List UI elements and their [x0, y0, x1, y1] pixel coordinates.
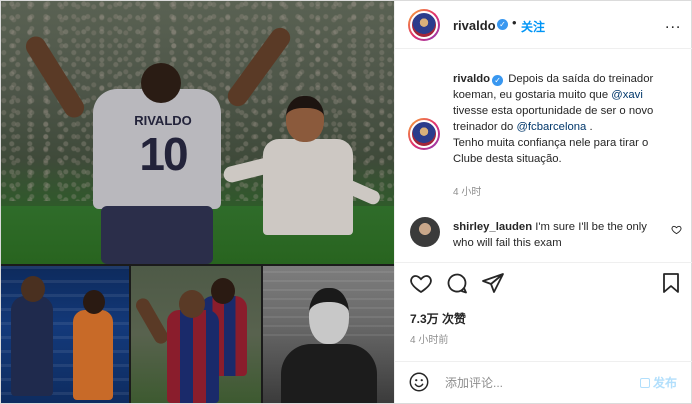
post-comment-label: 发布: [653, 376, 678, 390]
author-username[interactable]: rivaldo: [453, 18, 496, 33]
verified-badge-icon: ✓: [497, 19, 508, 30]
comment-username[interactable]: shirley_lauden: [453, 221, 532, 233]
person-head: [21, 276, 45, 302]
caption-timestamp[interactable]: 4 小时: [453, 183, 481, 198]
avatar[interactable]: [410, 217, 440, 247]
avatar[interactable]: [408, 9, 440, 41]
person: [281, 344, 377, 403]
comment-bubble-icon[interactable]: [445, 271, 469, 295]
player-arm: [133, 295, 171, 347]
comment-like-icon[interactable]: [671, 224, 682, 238]
player: [167, 310, 219, 403]
like-heart-icon[interactable]: [409, 271, 433, 295]
add-comment-bar: 发布: [395, 361, 692, 403]
person-head: [309, 288, 349, 344]
like-count[interactable]: 7.3万 次赞: [410, 310, 466, 327]
comments-section[interactable]: rivaldo ✓ Depois da saída do treinador ko…: [395, 50, 692, 262]
photo-training: [1, 266, 129, 403]
post-comment-button[interactable]: 发布: [640, 374, 677, 391]
action-bar: 7.3万 次赞 4 小时前: [395, 262, 692, 372]
person: [73, 310, 113, 400]
caption-text: .: [586, 121, 593, 133]
player-head: [211, 278, 235, 304]
player-head: [141, 63, 181, 103]
more-options-icon[interactable]: ...: [665, 15, 681, 33]
comment-input[interactable]: [445, 373, 635, 393]
teammate-jersey: [263, 139, 353, 235]
post-side-panel: rivaldo ✓ • 关注 ... rivaldo ✓ Depois da sa…: [394, 1, 692, 403]
caption-text: Tenho muita confiança nele para tirar o …: [453, 137, 649, 165]
post-header: rivaldo ✓ • 关注 ...: [395, 1, 692, 49]
separator-dot: •: [512, 15, 517, 30]
post-indicator-icon: [640, 378, 650, 388]
photo-hug: [131, 266, 261, 403]
emoji-smiley-icon[interactable]: [408, 371, 430, 393]
comment-item: shirley_lauden I'm sure I'll be the only…: [453, 219, 653, 251]
mention-link[interactable]: @xavi: [611, 89, 643, 101]
post-timestamp[interactable]: 4 小时前: [410, 331, 448, 346]
person-head: [83, 290, 105, 314]
post-caption: rivaldo ✓ Depois da saída do treinador ko…: [453, 71, 679, 167]
verified-badge-icon: ✓: [492, 75, 504, 86]
caption-username[interactable]: rivaldo: [453, 73, 490, 85]
mention-link[interactable]: @fcbarcelona: [516, 121, 586, 133]
photo-portrait-bw: [263, 266, 394, 403]
share-paper-plane-icon[interactable]: [481, 271, 505, 295]
jersey-number: 10: [139, 128, 188, 180]
avatar[interactable]: [408, 118, 440, 150]
post-media-collage[interactable]: RIVALDO 10: [1, 1, 394, 403]
player-head: [179, 290, 205, 318]
photo-celebration: RIVALDO 10: [1, 1, 394, 264]
follow-button[interactable]: 关注: [521, 18, 545, 35]
jersey-name: RIVALDO: [134, 113, 192, 128]
person: [11, 296, 53, 396]
teammate-head: [286, 96, 324, 142]
bookmark-icon[interactable]: [659, 271, 683, 295]
player-shorts: [101, 206, 213, 264]
